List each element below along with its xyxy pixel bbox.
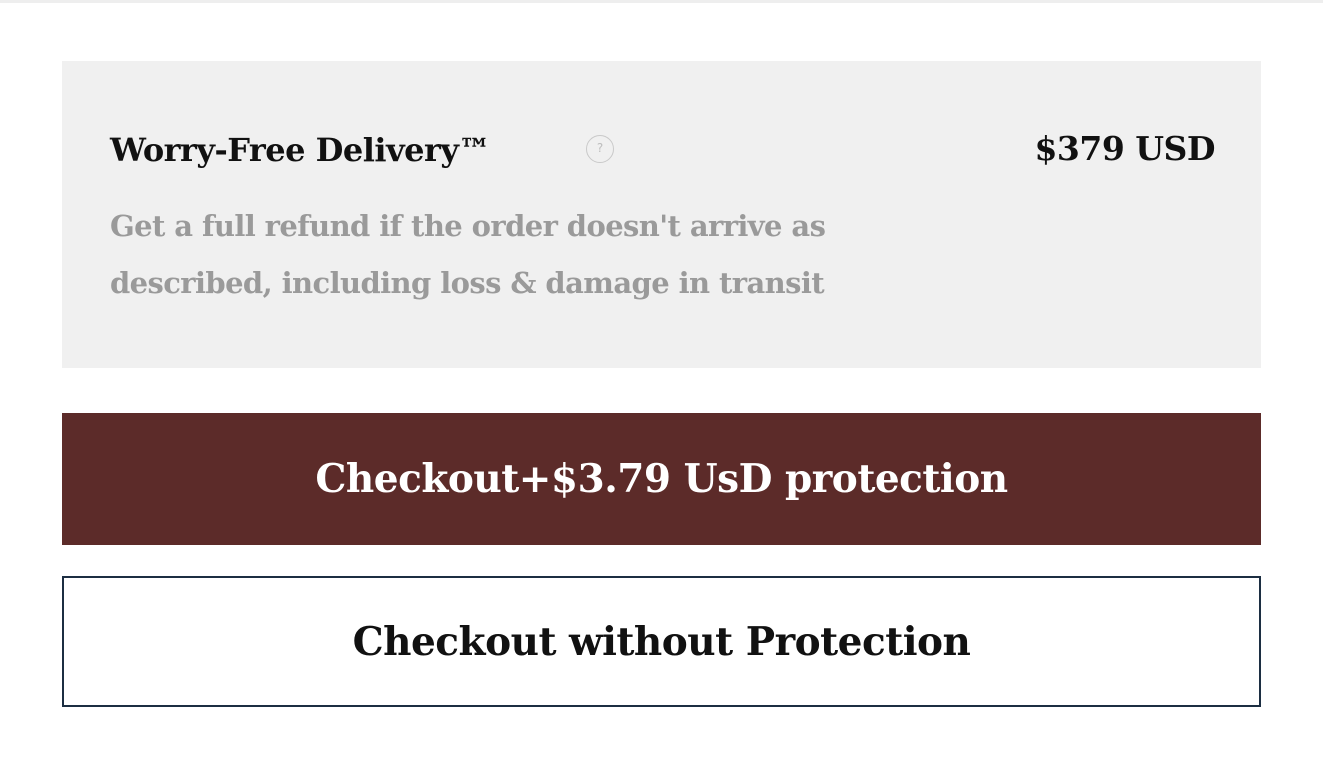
question-mark-icon[interactable]: ? [586,135,614,163]
top-divider [0,0,1323,3]
checkout-with-protection-button[interactable]: Checkout+$3.79 UsD protection [62,413,1261,545]
protection-description: Get a full refund if the order doesn't a… [110,209,826,300]
checkout-without-protection-button[interactable]: Checkout without Protection [62,576,1261,707]
protection-title: Worry-Free Delivery™ [110,131,490,169]
protection-price: $379 USD [1034,129,1215,168]
protection-offer-card: Worry-Free Delivery™ ? $379 USD Get a fu… [62,61,1261,368]
